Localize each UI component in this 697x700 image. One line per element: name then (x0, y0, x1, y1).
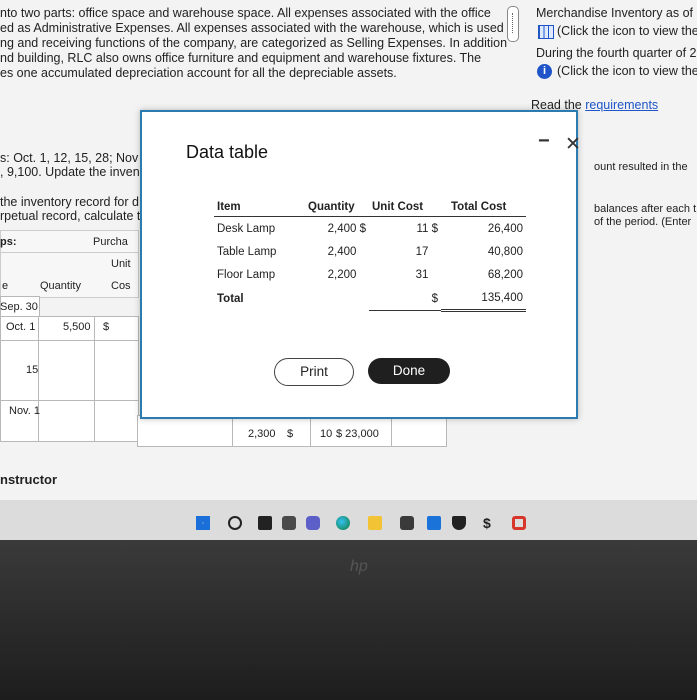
row-item: Desk Lamp (217, 223, 276, 235)
row-unit-cost: 11 $ (416, 223, 438, 235)
side-balances-text: balances after each t (594, 203, 697, 215)
table-row: Table Lamp 2,400 17 40,800 (214, 240, 526, 263)
bottom-dollar: $ (287, 428, 294, 440)
col-item: Item (214, 198, 305, 217)
table-total-row: Total $ 135,400 (214, 286, 526, 312)
update-text: , 9,100. Update the inven (0, 165, 140, 179)
row-total: 26,400 (487, 223, 523, 235)
problem-line-1: nto two parts: office space and warehous… (0, 6, 491, 20)
row-unit-cost: 31 (415, 269, 429, 281)
total-sign: $ (369, 286, 441, 311)
row-item: Table Lamp (217, 246, 277, 258)
row-oct-dollar: $ (103, 321, 110, 333)
shield-icon[interactable] (452, 516, 466, 530)
instructor-label: nstructor (0, 472, 58, 487)
edge-icon[interactable] (336, 516, 350, 530)
row-quantity: 2,400 $ (327, 223, 366, 235)
perpetual-text: rpetual record, calculate t (0, 209, 141, 223)
row-sep-30: Sep. 30 (0, 301, 38, 313)
side-quarter-text: During the fourth quarter of 202 (536, 46, 697, 60)
table-row: Floor Lamp 2,200 31 68,200 (214, 263, 526, 286)
task-view-icon[interactable] (258, 516, 272, 530)
panel-splitter[interactable] (507, 6, 519, 42)
problem-line-2: ed as Administrative Expenses. All expen… (0, 21, 504, 35)
minimize-icon[interactable]: − (538, 130, 550, 153)
laptop-bezel: hp (0, 540, 697, 700)
row-item: Floor Lamp (217, 269, 276, 281)
side-click-text-2: (Click the icon to view the t (557, 64, 697, 78)
row-15: 15 (26, 364, 39, 376)
widgets-icon[interactable] (282, 516, 296, 530)
side-result-text: ount resulted in the (594, 161, 688, 173)
print-button[interactable]: Print (274, 358, 354, 386)
bottom-total: $ 23,000 (336, 428, 379, 440)
col-unit-cost: Unit Cost (369, 198, 441, 217)
table-icon[interactable] (538, 25, 554, 39)
problem-line-4: nd building, RLC also owns office furnit… (0, 51, 482, 65)
dollar-app-icon[interactable]: $ (483, 516, 497, 530)
info-icon[interactable]: i (537, 64, 552, 79)
file-explorer-icon[interactable] (368, 516, 382, 530)
steps-label: ps: (0, 236, 17, 248)
mail-icon[interactable] (427, 516, 441, 530)
problem-line-3: ng and receiving functions of the compan… (0, 36, 508, 50)
browser-viewport: nto two parts: office space and warehous… (0, 0, 697, 500)
done-button[interactable]: Done (368, 358, 450, 384)
row-total: 40,800 (487, 246, 523, 258)
row-quantity: 2,200 (327, 269, 357, 281)
dialog-title: Data table (186, 142, 269, 162)
total-value: 135,400 (441, 286, 526, 312)
total-label: Total (217, 292, 244, 305)
requirements-link[interactable]: requirements (585, 98, 658, 112)
side-inventory-text: Merchandise Inventory as of S (536, 6, 697, 20)
purchases-header: Purcha (93, 236, 128, 248)
hp-logo-icon: hp (350, 558, 368, 575)
side-period-text: of the period. (Enter (594, 216, 692, 228)
row-quantity: 2,400 (327, 246, 357, 258)
problem-line-5: es one accumulated depreciation account … (0, 66, 397, 80)
col-total-cost: Total Cost (441, 198, 526, 217)
side-click-text-1: (Click the icon to view the (557, 24, 697, 38)
store-icon[interactable] (400, 516, 414, 530)
data-table-dialog: Data table − ✕ Item Quantity Unit Cost T… (140, 110, 581, 419)
date-header: e (2, 280, 9, 292)
quantity-header: Quantity (40, 280, 81, 292)
office-icon[interactable] (512, 516, 526, 530)
cost-header: Cos (111, 280, 131, 292)
row-total: 68,200 (487, 269, 523, 281)
table-row: Desk Lamp 2,400 $ 11 $ 26,400 (214, 217, 526, 241)
row-unit-cost: 17 (415, 246, 429, 258)
bottom-unit: 10 (320, 428, 333, 440)
row-oct-1: Oct. 1 (6, 321, 36, 333)
row-nov-1: Nov. 1 (9, 405, 40, 417)
data-table: Item Quantity Unit Cost Total Cost Desk … (214, 198, 526, 312)
close-icon[interactable]: ✕ (565, 133, 581, 156)
unit-header: Unit (111, 258, 131, 270)
teams-icon[interactable] (306, 516, 320, 530)
search-icon[interactable] (228, 516, 242, 530)
windows-start-icon[interactable] (196, 516, 210, 530)
bottom-qty: 2,300 (248, 428, 276, 440)
row-oct-qty: 5,500 (63, 321, 91, 333)
col-quantity: Quantity (305, 198, 369, 217)
